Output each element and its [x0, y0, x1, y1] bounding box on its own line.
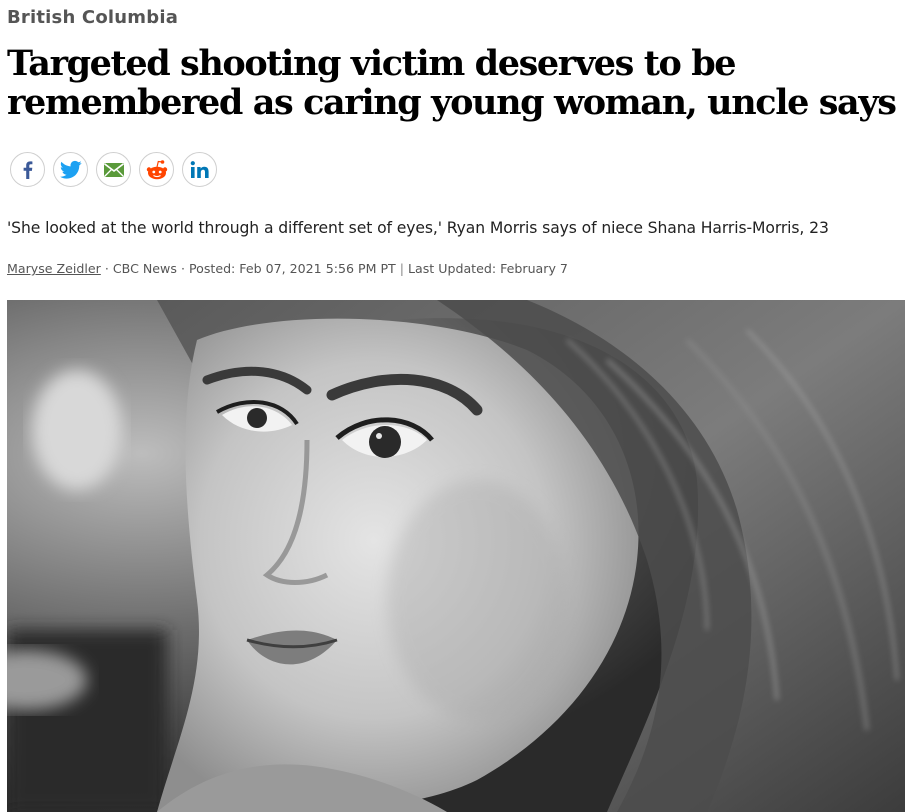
- email-icon: [103, 162, 124, 177]
- reddit-icon: [146, 159, 167, 179]
- byline-separator: ·: [180, 261, 185, 276]
- byline-pipe: |: [399, 261, 404, 276]
- share-reddit-button[interactable]: [139, 152, 174, 187]
- byline-source: CBC News: [112, 261, 177, 276]
- share-bar: [10, 152, 217, 190]
- linkedin-icon: [190, 160, 209, 178]
- article-deck: 'She looked at the world through a diffe…: [7, 219, 829, 237]
- byline-separator: ·: [104, 261, 109, 276]
- article-photo: [7, 300, 905, 812]
- portrait-photo: [7, 300, 905, 812]
- byline-updated: Last Updated: February 7: [408, 261, 568, 276]
- facebook-icon: [23, 160, 32, 179]
- share-linkedin-button[interactable]: [182, 152, 217, 187]
- share-twitter-button[interactable]: [53, 152, 88, 187]
- share-facebook-button[interactable]: [10, 152, 45, 187]
- article-headline: Targeted shooting victim deserves to be …: [7, 43, 897, 123]
- section-label[interactable]: British Columbia: [7, 7, 178, 28]
- byline-posted: Posted: Feb 07, 2021 5:56 PM PT: [188, 261, 396, 276]
- twitter-icon: [59, 160, 82, 179]
- byline: Maryse Zeidler · CBC News · Posted: Feb …: [7, 261, 568, 276]
- author-link[interactable]: Maryse Zeidler: [7, 261, 101, 276]
- share-email-button[interactable]: [96, 152, 131, 187]
